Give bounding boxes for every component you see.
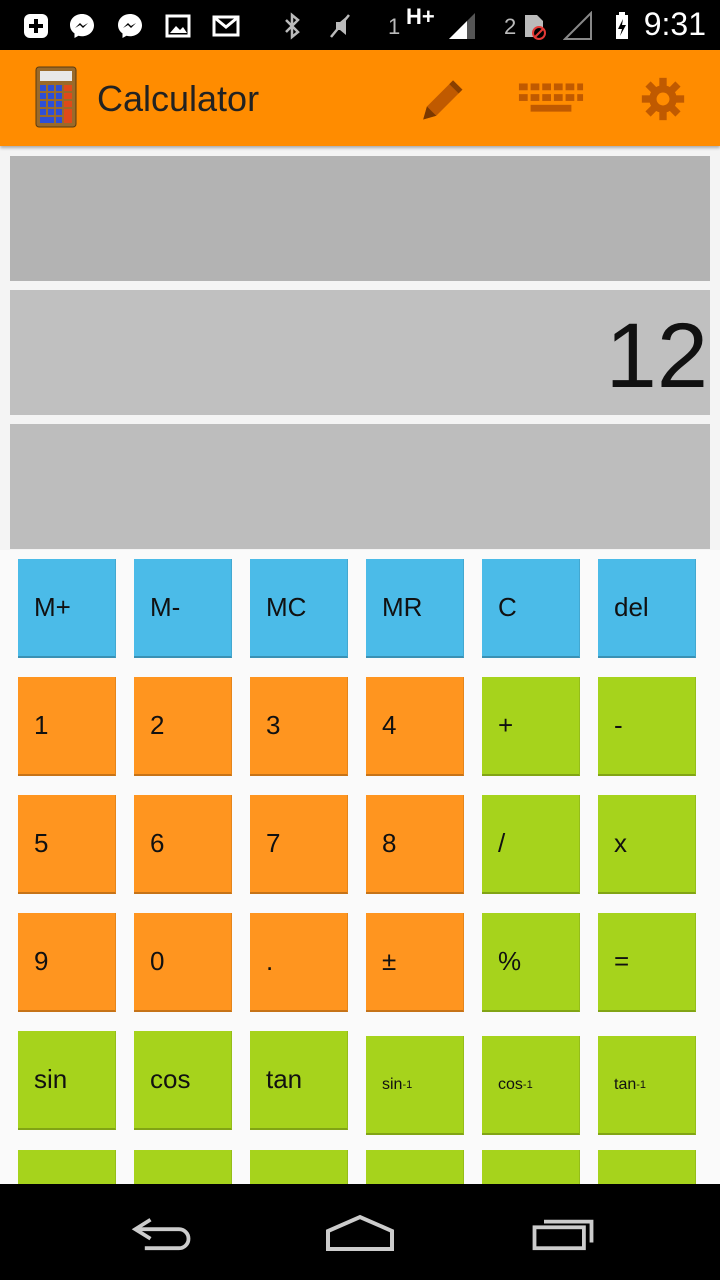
memory-subtract-button[interactable]: M-: [134, 559, 232, 658]
tan-button[interactable]: tan: [250, 1031, 348, 1130]
divide-button[interactable]: /: [482, 795, 580, 894]
add-button[interactable]: +: [482, 677, 580, 776]
recent-apps-icon[interactable]: [518, 1208, 608, 1258]
app-title: Calculator: [97, 78, 260, 119]
messenger-icon: [114, 10, 146, 42]
percent-button[interactable]: %: [482, 913, 580, 1012]
digit-4-button[interactable]: 4: [366, 677, 464, 776]
navigation-bar: [0, 1184, 720, 1280]
digit-7-button[interactable]: 7: [250, 795, 348, 894]
bluetooth-icon: [276, 10, 308, 42]
delete-button[interactable]: del: [598, 559, 696, 658]
arccos-superscript: -1: [522, 1078, 533, 1091]
arcsin-button[interactable]: sin -1: [366, 1036, 464, 1135]
sim2-label: 2: [504, 14, 517, 39]
arctan-superscript: -1: [636, 1078, 647, 1091]
add-icon: [20, 10, 52, 42]
pencil-icon[interactable]: [405, 68, 475, 130]
digit-3-button[interactable]: 3: [250, 677, 348, 776]
memory-recall-button[interactable]: MR: [366, 559, 464, 658]
signal-icon: [562, 10, 594, 42]
digit-5-button[interactable]: 5: [18, 795, 116, 894]
digit-8-button[interactable]: 8: [366, 795, 464, 894]
sin-button[interactable]: sin: [18, 1031, 116, 1130]
decimal-point-button[interactable]: .: [250, 913, 348, 1012]
settings-gear-icon[interactable]: [628, 68, 698, 130]
gmail-icon: [210, 10, 242, 42]
history-display: [10, 156, 710, 281]
mute-icon: [324, 10, 356, 42]
cos-button[interactable]: cos: [134, 1031, 232, 1130]
memory-add-button[interactable]: M+: [18, 559, 116, 658]
back-icon[interactable]: [115, 1208, 205, 1258]
display-value: 12: [605, 305, 708, 407]
digit-2-button[interactable]: 2: [134, 677, 232, 776]
digit-9-button[interactable]: 9: [18, 913, 116, 1012]
result-display: [10, 424, 710, 549]
keypad: M+ M- MC MR C del 1 2 3 4 + - 5 6 7 8 / …: [0, 550, 720, 1184]
keypad-partial-button[interactable]: [250, 1150, 348, 1184]
plus-minus-button[interactable]: ±: [366, 913, 464, 1012]
signal-icon: [446, 10, 478, 42]
keypad-partial-button[interactable]: [598, 1150, 696, 1184]
arccos-button[interactable]: cos -1: [482, 1036, 580, 1135]
multiply-button[interactable]: x: [598, 795, 696, 894]
arctan-button[interactable]: tan -1: [598, 1036, 696, 1135]
keypad-partial-button[interactable]: [366, 1150, 464, 1184]
sim1-label: 1: [388, 14, 401, 39]
arctan-label: tan: [614, 1075, 637, 1093]
network-type-label: H+: [406, 4, 435, 29]
calculator-app-icon: [35, 66, 77, 128]
home-icon[interactable]: [315, 1208, 405, 1258]
clock: 9:31: [643, 6, 706, 42]
messenger-icon: [66, 10, 98, 42]
keypad-partial-button[interactable]: [18, 1150, 116, 1184]
equals-button[interactable]: =: [598, 913, 696, 1012]
digit-1-button[interactable]: 1: [18, 677, 116, 776]
clear-button[interactable]: C: [482, 559, 580, 658]
action-bar: Calculator: [0, 50, 720, 146]
subtract-button[interactable]: -: [598, 677, 696, 776]
status-bar: 1 H+ 2 9:31: [0, 0, 720, 50]
digit-6-button[interactable]: 6: [134, 795, 232, 894]
memory-clear-button[interactable]: MC: [250, 559, 348, 658]
main-display: 12: [10, 290, 710, 415]
image-icon: [162, 10, 194, 42]
battery-charging-icon: [606, 10, 638, 42]
arcsin-label: sin: [382, 1075, 403, 1093]
arcsin-superscript: -1: [402, 1078, 413, 1091]
sim-card-icon: [518, 10, 550, 42]
keyboard-icon[interactable]: [516, 68, 586, 130]
arccos-label: cos: [498, 1075, 523, 1093]
digit-0-button[interactable]: 0: [134, 913, 232, 1012]
keypad-partial-button[interactable]: [134, 1150, 232, 1184]
keypad-partial-button[interactable]: [482, 1150, 580, 1184]
